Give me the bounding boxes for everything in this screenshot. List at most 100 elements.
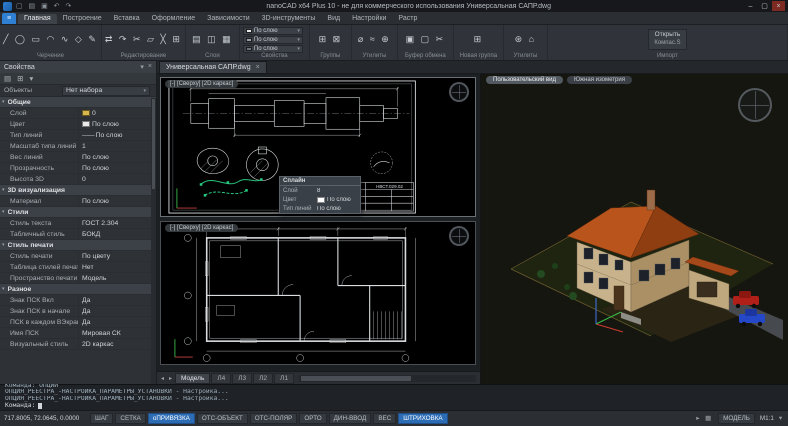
- property-value[interactable]: По слою: [78, 119, 156, 129]
- sheet-scroll-right-icon[interactable]: ▸: [167, 375, 174, 382]
- ribbon-tab[interactable]: Зависимости: [201, 14, 255, 24]
- ribbon-tab[interactable]: Вставка: [108, 14, 146, 24]
- lineweight-dropdown[interactable]: По слою ▾: [243, 45, 303, 53]
- horizontal-scrollbar[interactable]: [299, 375, 476, 382]
- command-input-row[interactable]: Команда:: [5, 402, 783, 409]
- property-row[interactable]: Имя ПСК Мировая СК: [0, 328, 156, 339]
- new-group-icons[interactable]: ⊞: [457, 26, 500, 53]
- view3d-panel[interactable]: Пользовательский вид Южная изометрия: [481, 74, 788, 384]
- property-value[interactable]: Модель: [78, 273, 156, 283]
- property-row[interactable]: Разное: [0, 284, 156, 295]
- color-dropdown[interactable]: По слою ▾: [243, 27, 303, 35]
- properties-toolbar-icons[interactable]: ▤ ⊞ ▾: [4, 74, 35, 83]
- properties-scrollbar[interactable]: [151, 98, 156, 384]
- chevron-down-icon[interactable]: ▾: [779, 415, 784, 422]
- quick-access-toolbar-icons[interactable]: ▢ ▤ ▣ ↶ ↷: [16, 2, 73, 10]
- property-value[interactable]: По слою: [78, 196, 156, 206]
- property-value[interactable]: ГОСТ 2.304: [78, 218, 156, 228]
- document-tab[interactable]: Универсальная САПР.dwg ×: [159, 61, 267, 73]
- navigation-wheel-icon[interactable]: [738, 88, 772, 122]
- viewport-controls[interactable]: [-] [Сверху] [2D каркас]: [165, 80, 238, 88]
- property-row[interactable]: Материал По слою: [0, 196, 156, 207]
- property-row[interactable]: Стиль печати По цвету: [0, 251, 156, 262]
- mode-toggle-button[interactable]: ОТС-ПОЛЯР: [250, 413, 298, 424]
- property-row[interactable]: ПСК в каждом ВЭкране Да: [0, 317, 156, 328]
- sheet-scroll-left-icon[interactable]: ◂: [159, 375, 166, 382]
- property-row[interactable]: Цвет По слою: [0, 119, 156, 130]
- property-value[interactable]: Нет: [78, 262, 156, 272]
- scale-indicator[interactable]: М1:1: [760, 415, 774, 422]
- property-value[interactable]: Да: [78, 317, 156, 327]
- property-row[interactable]: Стиль печати: [0, 240, 156, 251]
- drawing-tools-icons[interactable]: ╱ ◯ ▭ ◠ ∿ ◇ ✎: [3, 26, 98, 53]
- property-row[interactable]: Высота 3D 0: [0, 174, 156, 185]
- property-value[interactable]: По слою: [78, 130, 156, 140]
- mode-toggle-button[interactable]: ОРТО: [299, 413, 326, 424]
- view-name-pill[interactable]: Южная изометрия: [567, 76, 632, 84]
- close-button[interactable]: ×: [772, 1, 785, 11]
- property-value[interactable]: Да: [78, 306, 156, 316]
- ribbon-tab[interactable]: Построение: [57, 14, 108, 24]
- mode-toggle-button[interactable]: ШАГ: [90, 413, 113, 424]
- mode-toggle-button[interactable]: ВЕС: [373, 413, 396, 424]
- linetype-dropdown[interactable]: По слою ▾: [243, 36, 303, 44]
- view-name-pill[interactable]: Пользовательский вид: [486, 76, 563, 84]
- ribbon-tab[interactable]: Растр: [392, 14, 423, 24]
- property-row[interactable]: Визуальный стиль 2D каркас: [0, 339, 156, 350]
- utility-tools-icons[interactable]: ⊛ ⌂: [507, 26, 544, 53]
- ribbon-tab[interactable]: Главная: [18, 14, 57, 24]
- mode-toggle-button[interactable]: ОТС-ОБЪЕКТ: [197, 413, 248, 424]
- mode-toggle-button[interactable]: ДИН-ВВОД: [329, 413, 372, 424]
- property-value[interactable]: По цвету: [78, 251, 156, 261]
- ribbon-tab[interactable]: Настройки: [346, 14, 392, 24]
- objects-dropdown[interactable]: Нет набора ▾: [62, 86, 150, 96]
- editing-tools-icons[interactable]: ⇄ ↷ ✂ ▱ ╳ ⊞: [105, 26, 182, 53]
- ribbon-tab[interactable]: 3D-инструменты: [256, 14, 322, 24]
- close-tab-icon[interactable]: ×: [256, 64, 260, 71]
- property-row[interactable]: Масштаб типа линий 1: [0, 141, 156, 152]
- property-row[interactable]: Стиль текста ГОСТ 2.304: [0, 218, 156, 229]
- property-row[interactable]: Общие: [0, 97, 156, 108]
- status-misc-icons[interactable]: ▸ ▦: [696, 415, 713, 422]
- open-kompas-button[interactable]: Открыть Компас.S: [648, 29, 686, 49]
- app-menu-button[interactable]: ≡: [2, 13, 16, 24]
- property-row[interactable]: 3D визуализация: [0, 185, 156, 196]
- mode-toggle-button[interactable]: СЕТКА: [115, 413, 145, 424]
- property-value[interactable]: Мировая СК: [78, 328, 156, 338]
- layer-tools-icons[interactable]: ▤ ◫ ▦: [189, 26, 236, 53]
- property-value[interactable]: 2D каркас: [78, 339, 156, 349]
- close-panel-icon[interactable]: ×: [148, 63, 152, 71]
- clipboard-tools-icons[interactable]: ▣ ▢ ✂: [401, 26, 450, 53]
- property-row[interactable]: Табличный стиль БОКД: [0, 229, 156, 240]
- property-value[interactable]: 0: [78, 174, 156, 184]
- navigation-wheel-icon[interactable]: [449, 82, 469, 102]
- property-value[interactable]: Да: [78, 295, 156, 305]
- scrollbar-thumb[interactable]: [152, 99, 155, 189]
- property-row[interactable]: Вес линий По слою: [0, 152, 156, 163]
- property-value[interactable]: 1: [78, 141, 156, 151]
- property-row[interactable]: Прозрачность По слою: [0, 163, 156, 174]
- property-row[interactable]: Знак ПСК в начале Да: [0, 306, 156, 317]
- minimize-button[interactable]: –: [744, 1, 757, 11]
- viewport-controls[interactable]: [-] [Сверху] [2D каркас]: [165, 224, 238, 232]
- ribbon-tab[interactable]: Оформление: [146, 14, 201, 24]
- property-row[interactable]: Стили: [0, 207, 156, 218]
- mode-toggle-button[interactable]: ШТРИХОВКА: [398, 413, 447, 424]
- viewport-detail-drawing[interactable]: [-] [Сверху] [2D каркас]: [160, 77, 476, 217]
- property-value[interactable]: По слою: [78, 152, 156, 162]
- mode-toggle-button[interactable]: оПРИВЯЗКА: [148, 413, 195, 424]
- scrollbar-thumb[interactable]: [301, 376, 411, 381]
- navigation-wheel-icon[interactable]: [449, 226, 469, 246]
- viewport-floor-plan[interactable]: [-] [Сверху] [2D каркас]: [160, 221, 476, 365]
- property-value[interactable]: 0: [78, 108, 156, 118]
- collapse-panel-icon[interactable]: ▾: [140, 63, 144, 71]
- property-row[interactable]: Таблица стилей печати Нет: [0, 262, 156, 273]
- model-space-button[interactable]: МОДЕЛЬ: [718, 413, 755, 424]
- group-tools-icons[interactable]: ⊞ ⊠: [313, 26, 348, 53]
- ribbon-tab[interactable]: Вид: [321, 14, 346, 24]
- maximize-button[interactable]: ▢: [758, 1, 771, 11]
- property-row[interactable]: Слой 0: [0, 108, 156, 119]
- property-row[interactable]: Тип линий По слою: [0, 130, 156, 141]
- utility-tools-icons[interactable]: ⌀ ≈ ⊕: [355, 26, 394, 53]
- property-value[interactable]: По слою: [78, 163, 156, 173]
